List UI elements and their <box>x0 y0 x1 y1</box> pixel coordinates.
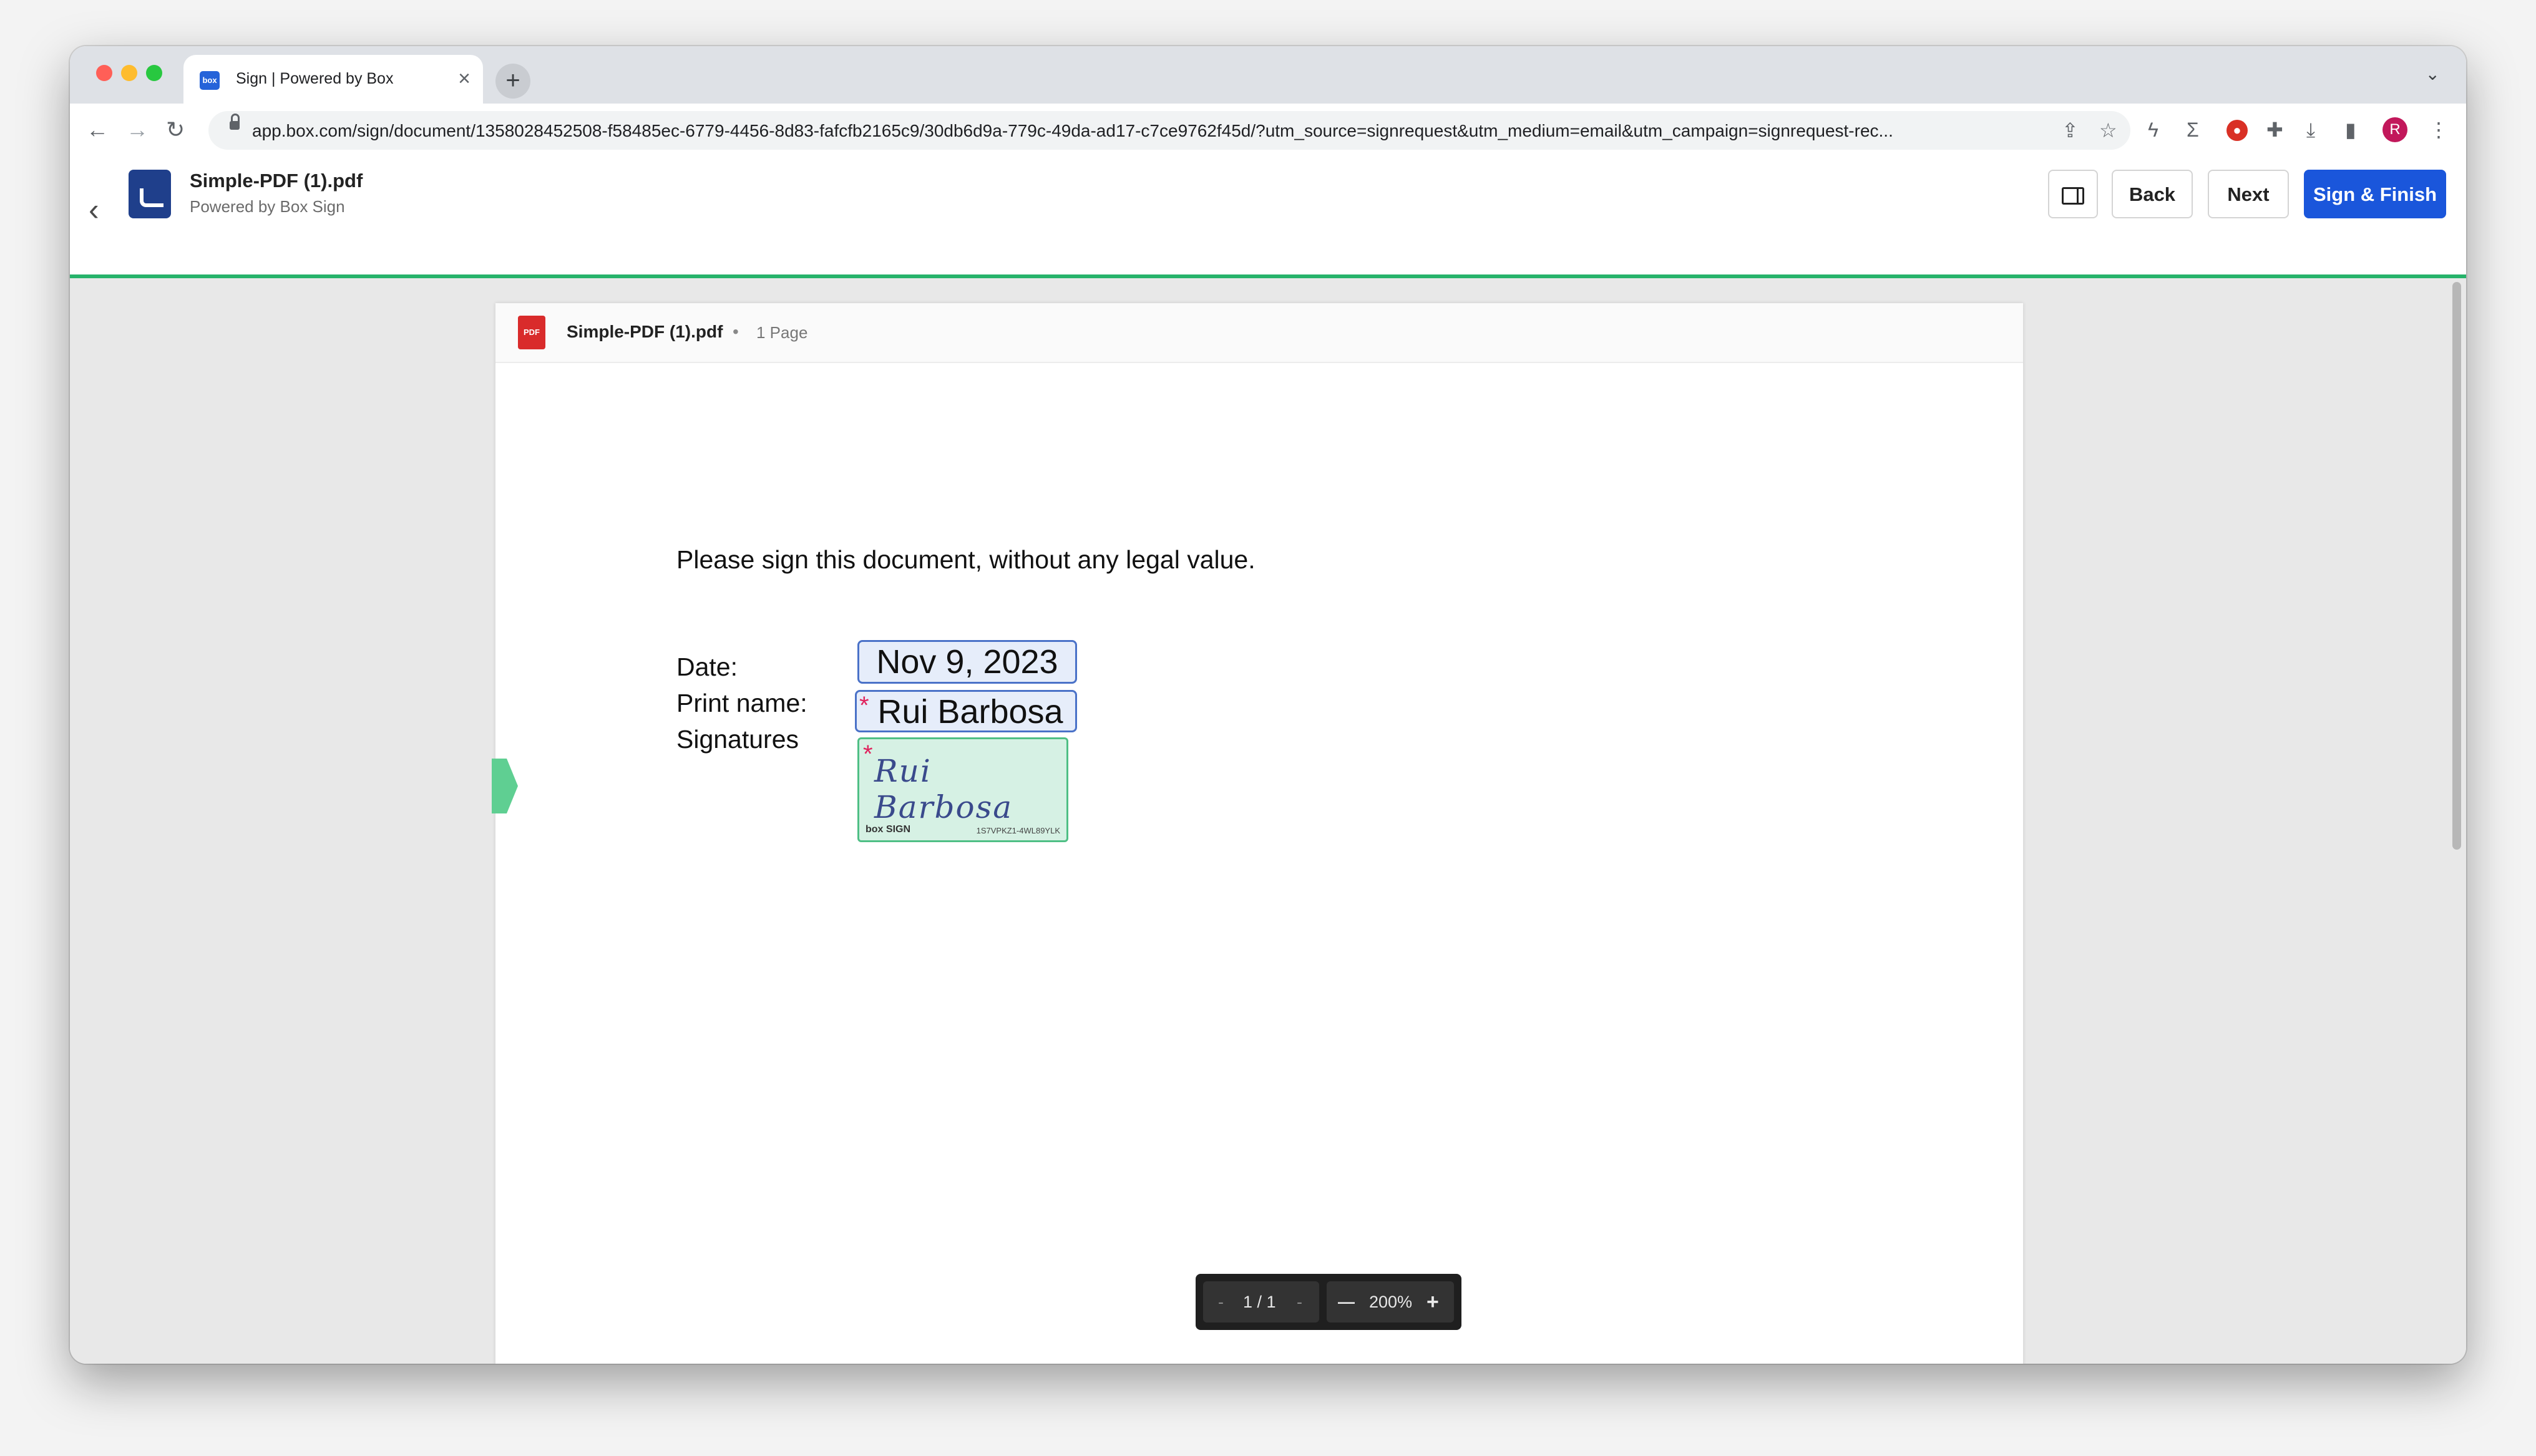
lock-icon <box>230 114 240 130</box>
bolt-extension-icon[interactable]: ϟ <box>2148 117 2158 142</box>
sigma-extension-icon[interactable]: Σ <box>2187 117 2199 142</box>
chevron-left-icon[interactable]: ‹ <box>89 191 99 228</box>
zoom-in-button[interactable]: + <box>1426 1291 1439 1313</box>
forward-arrow-icon[interactable]: → <box>126 116 149 143</box>
zoom-out-button[interactable]: — <box>1338 1293 1355 1311</box>
signature-field[interactable]: * Rui Barbosa box SIGN 1S7VPKZ1-4WL89YLK <box>857 737 1068 842</box>
required-asterisk: * <box>863 740 873 768</box>
profile-avatar[interactable]: R <box>2382 117 2407 142</box>
puzzle-extensions-icon[interactable]: ✚ <box>2266 117 2283 142</box>
share-icon[interactable]: ⇪ <box>2062 119 2079 142</box>
browser-tab[interactable]: box Sign | Powered by Box × <box>183 55 483 104</box>
print-name-field[interactable]: * Rui Barbosa <box>855 690 1077 732</box>
vertical-scrollbar[interactable] <box>2452 282 2461 850</box>
kebab-menu-icon[interactable]: ⋮ <box>2429 117 2449 142</box>
next-page-button[interactable]: - <box>1297 1293 1302 1311</box>
zoom-controls: — 200% + <box>1327 1281 1454 1323</box>
tab-search-chevron-icon[interactable]: ⌄ <box>2426 64 2440 84</box>
page-navigation: - 1 / 1 - <box>1203 1281 1319 1323</box>
close-window-button[interactable] <box>96 65 112 81</box>
box-sign-header: ‹ Simple-PDF (1).pdf Powered by Box Sign… <box>70 157 2466 278</box>
toggle-sidebar-button[interactable] <box>2048 170 2098 218</box>
maximize-window-button[interactable] <box>146 65 162 81</box>
header-file-name: Simple-PDF (1).pdf <box>190 170 363 192</box>
tab-strip: box Sign | Powered by Box × + ⌄ <box>70 46 2466 104</box>
sign-and-finish-button[interactable]: Sign & Finish <box>2304 170 2446 218</box>
pdf-page: PDF Simple-PDF (1).pdf • 1 Page Please s… <box>492 303 2023 1364</box>
signatures-label: Signatures <box>676 725 799 754</box>
browser-window: box Sign | Powered by Box × + ⌄ ← → ↻ ap… <box>70 46 2466 1364</box>
previous-page-button[interactable]: - <box>1218 1293 1224 1311</box>
reload-icon[interactable]: ↻ <box>166 116 185 143</box>
tab-close-icon[interactable]: × <box>458 66 471 91</box>
document-file-name: Simple-PDF (1).pdf <box>567 322 723 341</box>
signature-handwriting: Rui Barbosa <box>874 753 1013 825</box>
back-button[interactable]: Back <box>2112 170 2193 218</box>
bookmark-star-icon[interactable]: ☆ <box>2099 119 2117 142</box>
url-text[interactable]: app.box.com/sign/document/1358028452508-… <box>252 121 2037 141</box>
date-field[interactable]: Nov 9, 2023 <box>857 640 1077 684</box>
new-tab-button[interactable]: + <box>495 64 530 99</box>
box-favicon-icon: box <box>200 71 220 90</box>
page-zoom-controls: - 1 / 1 - — 200% + <box>1196 1274 1461 1330</box>
document-viewer: PDF Simple-PDF (1).pdf • 1 Page Please s… <box>70 278 2466 1364</box>
date-label: Date: <box>676 653 738 681</box>
page-count: 1 Page <box>756 323 808 342</box>
instruction-text: Please sign this document, without any l… <box>676 545 1256 574</box>
required-asterisk: * <box>859 692 869 719</box>
powered-by-text: Powered by Box Sign <box>190 197 345 216</box>
signature-marker-arrow-icon[interactable] <box>492 759 518 813</box>
address-bar[interactable]: app.box.com/sign/document/1358028452508-… <box>208 111 2130 150</box>
side-panel-icon[interactable]: ▮ <box>2345 117 2356 142</box>
box-sign-logo: box SIGN <box>866 824 911 835</box>
browser-toolbar: ← → ↻ app.box.com/sign/document/13580284… <box>70 104 2466 158</box>
print-name-label: Print name: <box>676 689 807 717</box>
tab-title: Sign | Powered by Box <box>236 70 394 87</box>
red-extension-icon[interactable]: ● <box>2226 120 2248 141</box>
separator-dot: • <box>733 322 739 341</box>
box-sign-file-icon <box>129 170 171 218</box>
sidebar-panel-icon <box>2062 187 2084 205</box>
signature-id-code: 1S7VPKZ1-4WL89YLK <box>976 826 1060 835</box>
zoom-level: 200% <box>1369 1293 1413 1311</box>
next-button[interactable]: Next <box>2208 170 2289 218</box>
document-header: PDF Simple-PDF (1).pdf • 1 Page <box>495 303 2023 363</box>
print-name-value: Rui Barbosa <box>877 693 1063 730</box>
download-icon[interactable]: ⤓ <box>2306 117 2315 142</box>
page-indicator: 1 / 1 <box>1243 1293 1276 1311</box>
back-arrow-icon[interactable]: ← <box>86 116 109 143</box>
pdf-file-icon: PDF <box>518 316 545 349</box>
minimize-window-button[interactable] <box>121 65 137 81</box>
